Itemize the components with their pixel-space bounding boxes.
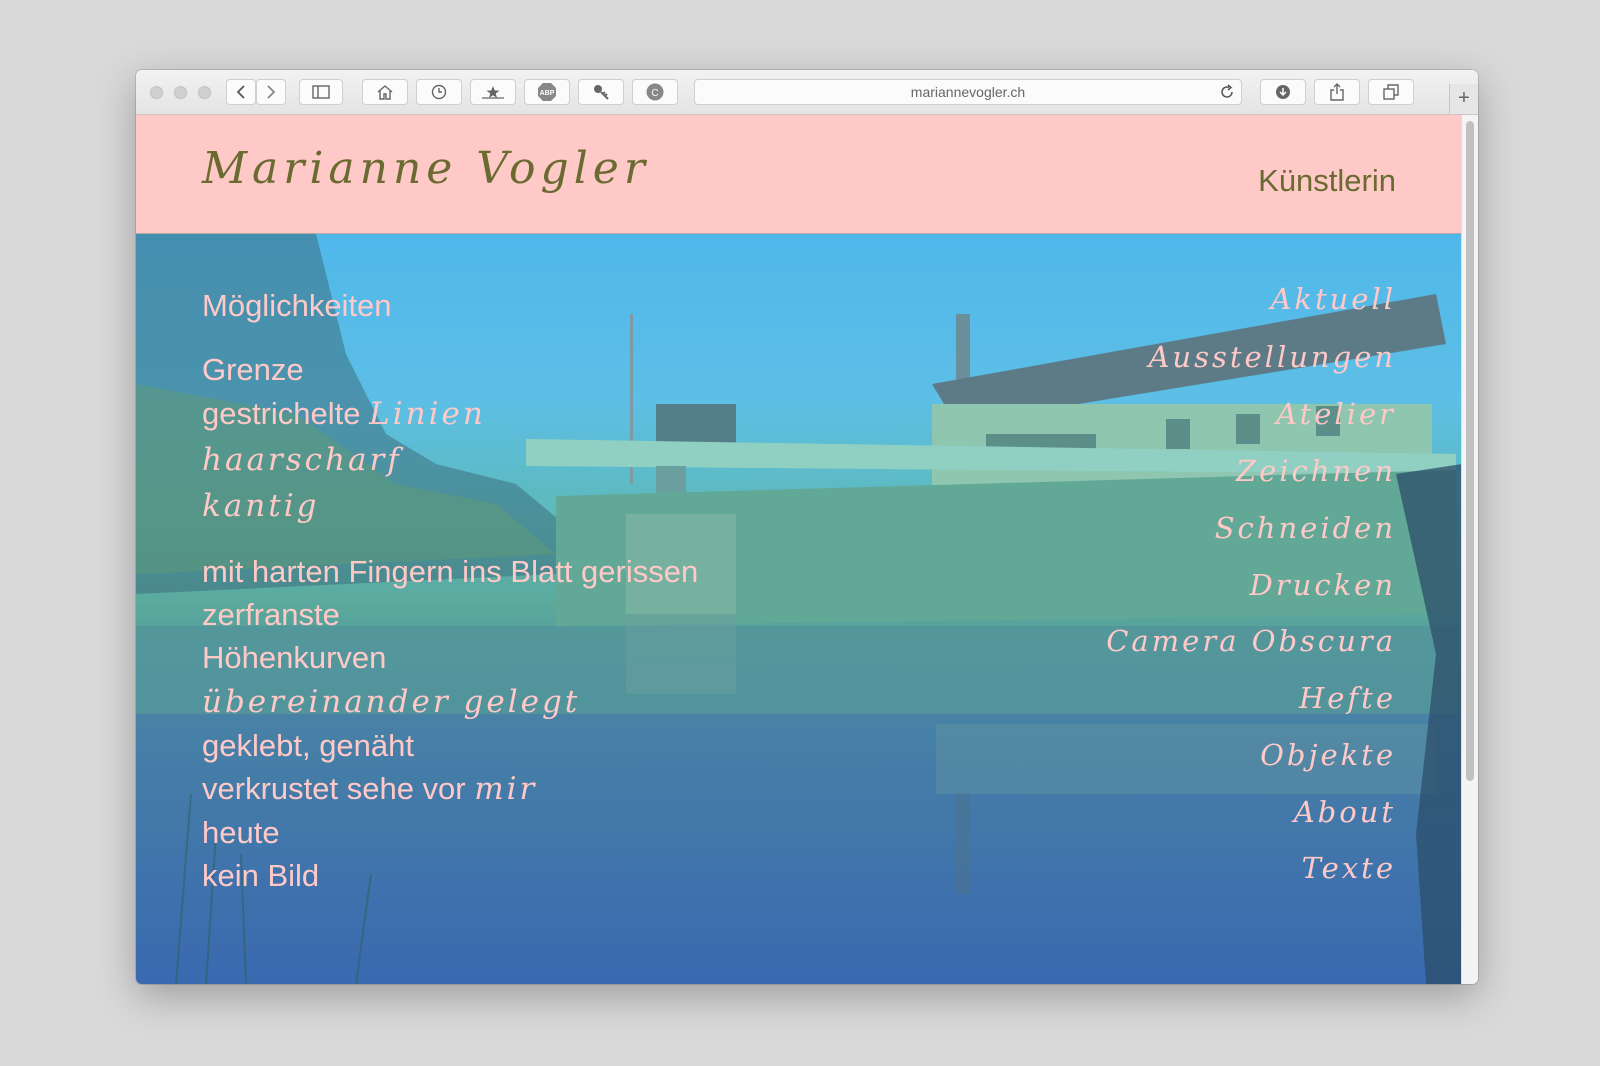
address-bar[interactable]: mariannevogler.ch (694, 79, 1242, 105)
nav-item-about[interactable]: About (1294, 795, 1396, 829)
adblock-button[interactable]: ABP (524, 79, 570, 105)
poem-line-script: Linien (369, 396, 486, 432)
poem-line: verkrustet sehe vor mir (202, 767, 537, 811)
zoom-window-button[interactable] (198, 86, 211, 99)
new-tab-button[interactable]: + (1449, 84, 1478, 114)
tabs-icon (1383, 84, 1399, 100)
poem-line-script: mir (474, 771, 538, 807)
poem-line-plain: geklebt, genäht (202, 728, 415, 763)
poem-line: kein Bild (202, 854, 319, 898)
poem-line-script: übereinander gelegt (202, 684, 581, 720)
reload-icon[interactable] (1219, 84, 1235, 100)
back-icon (236, 85, 245, 99)
poem-line-plain: mit harten Fingern ins Blatt gerissen (202, 554, 699, 589)
nav-item-objekte[interactable]: Objekte (1260, 738, 1396, 772)
sidebar-icon (312, 85, 330, 99)
sidebar-button[interactable] (299, 79, 343, 105)
extension-button[interactable]: C (632, 79, 678, 105)
download-icon (1276, 85, 1290, 99)
poem-line-plain: heute (202, 815, 280, 850)
poem-title: Möglichkeiten (202, 288, 392, 323)
new-tab-label: + (1458, 87, 1470, 109)
poem-line: geklebt, genäht (202, 724, 414, 768)
downloads-button[interactable] (1260, 79, 1306, 105)
nav-item-camera-obscura[interactable]: Camera Obscura (1106, 624, 1396, 658)
url-text: mariannevogler.ch (910, 84, 1026, 100)
svg-text:ABP: ABP (540, 90, 555, 97)
poem-line-plain: Höhenkurven (202, 640, 387, 675)
site-header: Marianne Vogler Künstlerin (136, 115, 1462, 234)
history-button[interactable] (416, 79, 462, 105)
nav-item-schneiden[interactable]: Schneiden (1215, 511, 1396, 545)
web-page: Marianne Vogler Künstlerin Möglichkeiten… (136, 115, 1462, 984)
poem-line-plain: zerfranste (202, 597, 340, 632)
extension-icon: C (646, 83, 664, 101)
poem-line-plain: Grenze (202, 352, 304, 387)
poem-line: haarscharf (202, 438, 402, 482)
page-scrollbar[interactable] (1461, 115, 1478, 984)
nav-item-aktuell[interactable]: Aktuell (1270, 282, 1396, 316)
nav-item-drucken[interactable]: Drucken (1250, 568, 1396, 602)
key-icon (594, 85, 609, 100)
poem-line: Grenze (202, 348, 304, 392)
history-icon (431, 84, 447, 100)
poem-line-plain: gestrichelte (202, 396, 370, 431)
bookmarks-button[interactable] (470, 79, 516, 105)
poem-line-plain: kein Bild (202, 858, 320, 893)
adblock-icon: ABP (538, 83, 556, 101)
share-icon (1330, 83, 1344, 101)
poem-line: heute (202, 811, 280, 855)
poem-line: gestrichelte Linien (202, 392, 486, 436)
site-logo[interactable]: Marianne Vogler (202, 143, 650, 194)
minimize-window-button[interactable] (174, 86, 187, 99)
password-button[interactable] (578, 79, 624, 105)
nav-item-texte[interactable]: Texte (1302, 851, 1396, 885)
poem-line: mit harten Fingern ins Blatt gerissen (202, 550, 698, 594)
poem-line: übereinander gelegt (202, 680, 580, 724)
share-button[interactable] (1314, 79, 1360, 105)
forward-button[interactable] (256, 79, 286, 105)
poem-line: kantig (202, 484, 319, 528)
browser-toolbar: ABP C mariannevogler.ch + (136, 70, 1478, 115)
home-icon (377, 85, 393, 100)
nav-item-atelier[interactable]: Atelier (1276, 397, 1396, 431)
scrollbar-thumb[interactable] (1466, 121, 1474, 781)
poem-line: zerfranste (202, 593, 340, 637)
forward-icon (267, 85, 276, 99)
tabs-button[interactable] (1368, 79, 1414, 105)
site-role: Künstlerin (1258, 163, 1396, 198)
poem-line-script: haarscharf (202, 442, 402, 478)
nav-item-ausstellungen[interactable]: Ausstellungen (1148, 340, 1396, 374)
back-button[interactable] (226, 79, 256, 105)
close-window-button[interactable] (150, 86, 163, 99)
svg-text:C: C (651, 88, 658, 99)
nav-item-zeichnen[interactable]: Zeichnen (1236, 454, 1396, 488)
poem-line-plain: verkrustet sehe vor (202, 771, 475, 806)
nav-item-hefte[interactable]: Hefte (1299, 681, 1396, 715)
poem-line: Höhenkurven (202, 636, 386, 680)
home-button[interactable] (362, 79, 408, 105)
hero-photo: Möglichkeiten Grenze gestrichelte Linien… (136, 234, 1462, 984)
bookmark-icon (482, 86, 504, 99)
browser-window: ABP C mariannevogler.ch + Marianne Vogle… (136, 70, 1478, 984)
poem-line-script: kantig (202, 488, 320, 524)
